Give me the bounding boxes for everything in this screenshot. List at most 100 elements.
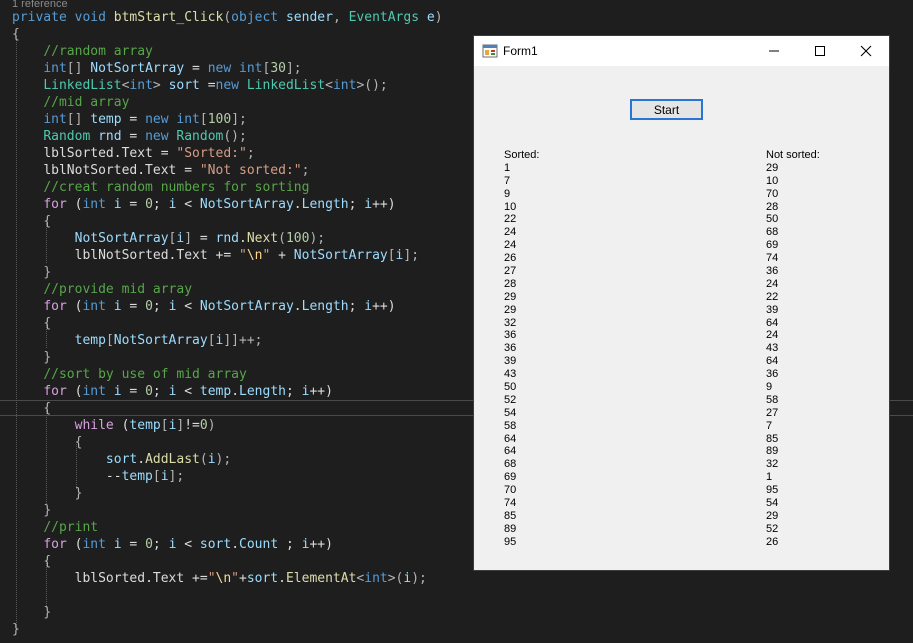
not-sorted-value: 50 — [766, 213, 779, 226]
code-token: ( — [223, 10, 232, 25]
minimize-button[interactable] — [751, 36, 797, 66]
sorted-value: 50 — [504, 381, 517, 394]
code-line[interactable]: lblNotSorted.Text = "Not sorted:"; — [12, 162, 309, 179]
code-line[interactable]: } — [12, 485, 83, 502]
code-line[interactable]: --temp[i]; — [12, 468, 184, 485]
code-token: . — [293, 197, 302, 212]
code-token: ++) — [309, 537, 333, 552]
close-button[interactable] — [843, 36, 889, 66]
code-line[interactable]: { — [12, 213, 51, 230]
code-token: int — [82, 537, 106, 552]
code-token: ]; — [168, 469, 185, 484]
code-line[interactable]: lblSorted.Text = "Sorted:"; — [12, 145, 254, 162]
title-bar[interactable]: Form1 — [474, 36, 889, 66]
code-line[interactable]: //creat random numbers for sorting — [12, 179, 309, 196]
sorted-values: 1 7 9 10 22 24 24 26 27 28 29 29 32 36 36 39 43 50 52 54 58 6… — [504, 162, 539, 548]
code-token: sort — [246, 571, 279, 586]
not-sorted-value: 85 — [766, 432, 779, 445]
code-token: Length — [301, 197, 349, 212]
code-token: temp — [74, 333, 106, 348]
code-line[interactable]: lblSorted.Text +="\n"+sort.ElementAt<int… — [12, 570, 427, 587]
code-token: . — [231, 537, 240, 552]
code-line[interactable]: int[] NotSortArray = new int[30]; — [12, 60, 301, 77]
not-sorted-value: 39 — [766, 303, 779, 316]
code-line[interactable]: Random rnd = new Random(); — [12, 128, 247, 145]
maximize-button[interactable] — [797, 36, 843, 66]
code-line[interactable]: for (int i = 0; i < sort.Count ; i++) — [12, 536, 333, 553]
code-line[interactable] — [12, 587, 20, 604]
code-line[interactable]: for (int i = 0; i < NotSortArray.Length;… — [12, 196, 395, 213]
code-token: 0 — [145, 384, 153, 399]
code-line[interactable]: sort.AddLast(i); — [12, 451, 231, 468]
not-sorted-value: 29 — [766, 509, 779, 522]
code-line[interactable]: while (temp[i]!=0) — [12, 417, 216, 434]
not-sorted-value: 70 — [766, 187, 779, 200]
sorted-value: 36 — [504, 342, 517, 355]
code-token: != — [184, 418, 200, 433]
code-token: new — [145, 112, 169, 127]
code-token: lblNotSorted.Text = — [43, 163, 200, 178]
code-line[interactable]: } — [12, 604, 51, 621]
code-line[interactable]: private void btmStart_Click(object sende… — [12, 9, 443, 26]
code-line[interactable]: for (int i = 0; i < NotSortArray.Length;… — [12, 298, 395, 315]
code-line[interactable]: { — [12, 26, 20, 43]
code-line[interactable]: //sort by use of mid array — [12, 366, 247, 383]
start-button[interactable]: Start — [630, 99, 703, 120]
sorted-value: 64 — [504, 445, 517, 458]
code-line[interactable]: { — [12, 315, 51, 332]
code-line[interactable]: lblNotSorted.Text += "\n" + NotSortArray… — [12, 247, 419, 264]
code-token: "Sorted:" — [176, 146, 247, 161]
code-token: //provide mid array — [43, 282, 193, 297]
code-line[interactable]: } — [12, 621, 20, 638]
code-token: ( — [66, 299, 83, 314]
code-line[interactable]: } — [12, 264, 51, 281]
code-token: LinkedList — [246, 78, 326, 93]
code-line[interactable]: } — [12, 502, 51, 519]
code-line[interactable]: temp[NotSortArray[i]]++; — [12, 332, 263, 349]
code-token: \n — [246, 248, 263, 263]
code-token: temp — [90, 112, 122, 127]
not-sorted-value: 89 — [766, 445, 779, 458]
not-sorted-header: Not sorted: — [766, 149, 820, 161]
not-sorted-value: 52 — [766, 522, 779, 535]
code-token: { — [43, 401, 52, 416]
code-token: NotSortArray — [113, 333, 208, 348]
code-line[interactable]: //provide mid array — [12, 281, 192, 298]
code-line[interactable]: for (int i = 0; i < temp.Length; i++) — [12, 383, 333, 400]
window-title: Form1 — [503, 44, 538, 58]
code-token: ( — [278, 231, 286, 246]
code-line[interactable]: LinkedList<int> sort =new LinkedList<int… — [12, 77, 387, 94]
code-line[interactable]: } — [12, 349, 51, 366]
not-sorted-value: 43 — [766, 342, 779, 355]
code-line[interactable]: { — [12, 434, 83, 451]
code-token: ; — [152, 537, 169, 552]
code-token: = — [121, 299, 146, 314]
code-token: new — [145, 129, 169, 144]
code-token: = — [121, 129, 146, 144]
code-token: ; — [152, 384, 169, 399]
code-line[interactable]: { — [12, 400, 51, 417]
sorted-value: 64 — [504, 432, 517, 445]
code-line[interactable]: //random array — [12, 43, 153, 60]
code-token: = — [121, 197, 146, 212]
sorted-header: Sorted: — [504, 149, 540, 161]
code-line[interactable]: NotSortArray[i] = rnd.Next(100); — [12, 230, 325, 247]
code-token: Random — [43, 129, 91, 144]
code-line[interactable]: //print — [12, 519, 98, 536]
not-sorted-value: 10 — [766, 174, 779, 187]
code-line[interactable]: //mid array — [12, 94, 129, 111]
sorted-value: 26 — [504, 252, 517, 265]
code-token: [ — [105, 333, 114, 348]
code-line[interactable]: { — [12, 553, 51, 570]
code-line[interactable]: int[] temp = new int[100]; — [12, 111, 247, 128]
